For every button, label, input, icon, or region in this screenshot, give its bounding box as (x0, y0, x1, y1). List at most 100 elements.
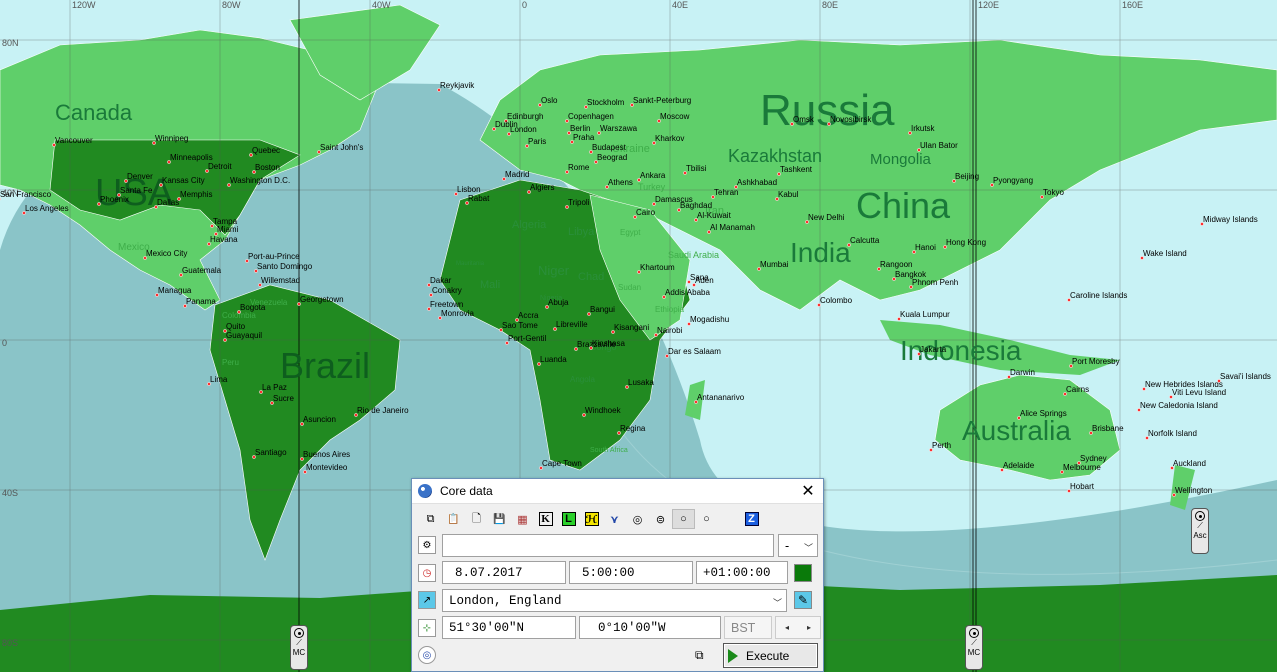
city-label: Al Manamah (710, 223, 755, 232)
save-button[interactable]: 💾 (488, 509, 511, 529)
city-label: Mexico City (146, 249, 187, 258)
date-input[interactable]: 8.07.2017 (442, 561, 566, 584)
city-label: Lusaka (628, 378, 654, 387)
city-label: Stockholm (587, 98, 625, 107)
city-label: Windhoek (585, 406, 622, 415)
city-label: Monrovia (441, 309, 474, 318)
city-label: New Caledonia Island (1140, 401, 1218, 410)
asc-marker[interactable]: ⟋ Asc (1191, 508, 1209, 554)
city-label: Dallas (157, 198, 179, 207)
city-label: Nairobi (657, 326, 683, 335)
new-button[interactable]: 🗋 (465, 509, 488, 529)
city-label: Sydney (1080, 454, 1107, 463)
magnet-button[interactable]: ⋎ (603, 509, 626, 529)
city-label: Mogadishu (690, 315, 729, 324)
globe-location-icon[interactable]: ↗ (418, 591, 436, 609)
execute-button[interactable]: Execute (723, 643, 818, 668)
country-label: Brazil (280, 345, 370, 386)
city-label: San Francisco (0, 190, 52, 199)
app-icon (418, 484, 432, 498)
time-input[interactable]: 5:00:00 (569, 561, 693, 584)
city-label: Miami (217, 225, 239, 234)
copy-button[interactable]: ⧉ (419, 509, 442, 529)
country-label: China (856, 185, 951, 226)
city-label: Memphis (180, 190, 212, 199)
city-label: Sankt-Peterburg (633, 96, 691, 105)
city-label: Los Angeles (25, 204, 69, 213)
table-button[interactable]: ▦ (511, 509, 534, 529)
paste-icon: 📋 (447, 513, 460, 525)
place-select[interactable]: London, England ﹀ (442, 589, 787, 612)
city-label: Guatemala (182, 266, 222, 275)
map-edit-button[interactable]: ✎ (794, 591, 812, 609)
l-button[interactable]: L (557, 509, 580, 529)
svg-text:Chad: Chad (578, 271, 604, 283)
city-label: Dar es Salaam (668, 347, 721, 356)
city-label: Havana (210, 235, 238, 244)
city-label: Hanoi (915, 243, 936, 252)
city-label: Berlin (570, 124, 590, 133)
k-button[interactable]: K (534, 509, 557, 529)
name-input[interactable] (442, 534, 774, 557)
z-button[interactable]: Z (740, 509, 763, 529)
country-label: Australia (962, 415, 1071, 446)
svg-text:Mauritania: Mauritania (456, 261, 485, 267)
city-label: Colombo (820, 296, 853, 305)
city-label: Port-Gentil (508, 334, 546, 343)
city-label: Vancouver (55, 136, 93, 145)
zone-abbr-input[interactable]: BST (724, 616, 772, 639)
mc-marker-left[interactable]: ⟋ MC (290, 625, 308, 670)
city-label: Melbourne (1063, 463, 1101, 472)
lon-label: 40W (372, 0, 391, 10)
country-label: Indonesia (900, 335, 1022, 366)
copy-icon: ⧉ (695, 648, 704, 662)
latitude-input[interactable]: 51°30'00"N (442, 616, 576, 639)
paste-button[interactable]: 📋 (442, 509, 465, 529)
city-label: Sao Tome (502, 321, 538, 330)
city-label: Denver (127, 172, 153, 181)
chevron-left-icon[interactable]: ◂ (785, 623, 789, 632)
city-label: Regina (620, 424, 646, 433)
mc-marker-right[interactable]: ⟋ MC (965, 625, 983, 670)
city-label: Hong Kong (946, 238, 986, 247)
city-label: Ashkhabad (737, 178, 777, 187)
country-label: Canada (55, 100, 133, 125)
copy-small-button[interactable]: ⧉ (695, 648, 704, 663)
sun-s-button[interactable]: ⊜ (649, 509, 672, 529)
color-swatch-button[interactable] (794, 564, 812, 582)
longitude-input[interactable]: 0°10'00"W (579, 616, 721, 639)
gender-value: - (785, 538, 790, 553)
chevron-right-icon[interactable]: ▸ (807, 623, 811, 632)
city-label: Rio de Janeiro (357, 406, 409, 415)
city-label: Reykjavik (440, 81, 475, 90)
city-label: Kabul (778, 190, 799, 199)
coordinates-icon[interactable]: ⊹ (418, 619, 436, 637)
dialog-title: Core data (440, 484, 493, 498)
city-label: Bangui (590, 305, 615, 314)
circle-dot-button[interactable]: ◎ (626, 509, 649, 529)
city-label: Libreville (556, 320, 588, 329)
close-button[interactable]: ✕ (793, 481, 823, 501)
person-settings-icon[interactable]: ⚙ (418, 536, 436, 554)
city-label: Guayaquil (226, 331, 262, 340)
h-button[interactable]: ℋ (580, 509, 603, 529)
spiral-icon[interactable]: ◎ (418, 646, 436, 664)
country-label: Russia (760, 86, 895, 135)
timezone-input[interactable]: +01:00:00 (696, 561, 788, 584)
city-label: Santiago (255, 448, 287, 457)
city-label: Buenos Aires (303, 450, 350, 459)
zone-stepper[interactable]: ◂ ▸ (775, 616, 821, 639)
city-label: Savai'i Islands (1220, 372, 1271, 381)
city-label: Accra (518, 311, 539, 320)
circle-outline-button[interactable]: ○ (695, 509, 718, 529)
city-label: Tokyo (1043, 188, 1064, 197)
city-label: Lima (210, 375, 228, 384)
city-label: Phoenix (100, 195, 129, 204)
city-label: Alice Springs (1020, 409, 1067, 418)
city-label: Tashkent (780, 165, 813, 174)
city-label: London (510, 125, 537, 134)
gender-select[interactable]: - ﹀ (778, 534, 818, 557)
dialog-titlebar[interactable]: Core data ✕ (412, 479, 823, 504)
clock-icon[interactable]: ◷ (418, 564, 436, 582)
small-circle-button[interactable]: ○ (672, 509, 695, 529)
